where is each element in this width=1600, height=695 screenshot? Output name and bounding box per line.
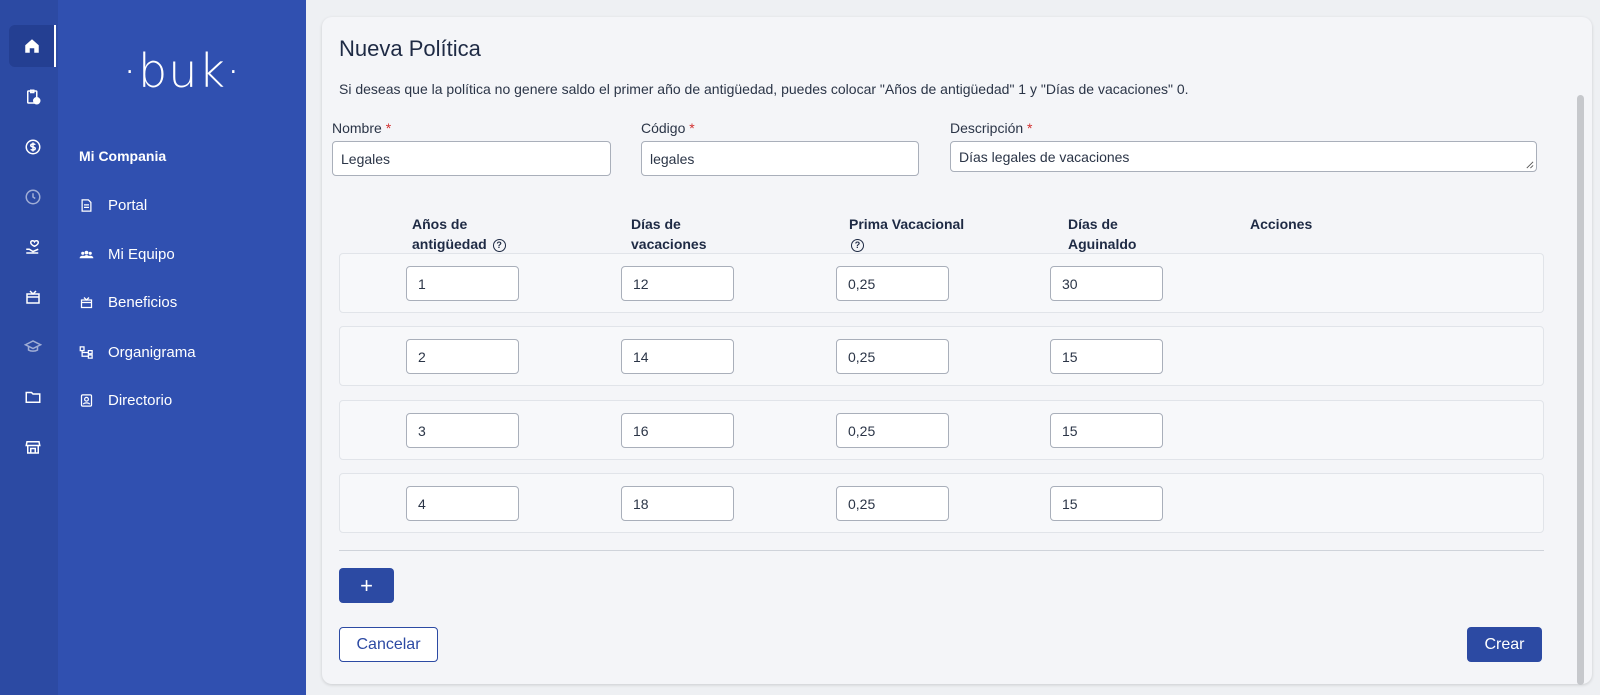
table-row: 2 14 0,25 15	[339, 326, 1544, 386]
gift-icon[interactable]	[9, 276, 56, 318]
nombre-input[interactable]: Legales	[332, 141, 611, 176]
table-row: 4 18 0,25 15	[339, 473, 1544, 533]
org-chart-icon	[79, 345, 93, 359]
prima-input[interactable]: 0,25	[836, 413, 949, 448]
prima-input[interactable]: 0,25	[836, 486, 949, 521]
sidebar-item-label: Directorio	[108, 391, 173, 409]
hand-heart-icon[interactable]	[9, 226, 56, 268]
aguinaldo-input[interactable]: 15	[1050, 413, 1163, 448]
divider	[339, 550, 1544, 551]
folder-icon[interactable]	[9, 376, 56, 418]
sidebar-item-directorio[interactable]: Directorio	[79, 388, 172, 412]
descripcion-label: Descripción *	[950, 120, 1033, 136]
vacaciones-input[interactable]: 16	[621, 413, 734, 448]
antiguedad-input[interactable]: 3	[406, 413, 519, 448]
antiguedad-input[interactable]: 1	[406, 266, 519, 301]
header-aguinaldo: Días de Aguinaldo	[1068, 216, 1137, 252]
sidebar-item-portal[interactable]: Portal	[79, 193, 147, 217]
aguinaldo-input[interactable]: 15	[1050, 486, 1163, 521]
resize-handle-icon[interactable]	[1525, 160, 1534, 169]
dollar-circle-icon[interactable]	[9, 126, 56, 168]
header-prima: Prima Vacacional ?	[849, 216, 965, 252]
cancel-button[interactable]: Cancelar	[339, 627, 438, 662]
descripcion-textarea[interactable]: Días legales de vacaciones	[950, 141, 1537, 172]
contact-card-icon	[80, 393, 93, 407]
scrollbar[interactable]	[1577, 95, 1584, 685]
header-antiguedad: Años de antigüedad?	[412, 214, 506, 254]
policy-form-card: Nueva Política Si deseas que la política…	[322, 17, 1592, 685]
create-button[interactable]: Crear	[1467, 627, 1542, 662]
home-icon[interactable]	[9, 25, 56, 67]
sidebar-item-label: Mi Equipo	[108, 245, 175, 263]
vacaciones-input[interactable]: 14	[621, 339, 734, 374]
icon-rail	[0, 0, 58, 695]
sidebar: ·buk· Mi Compania Portal Mi Equipo Benef…	[58, 0, 306, 695]
prima-input[interactable]: 0,25	[836, 339, 949, 374]
nombre-label: Nombre *	[332, 120, 392, 136]
antiguedad-input[interactable]: 2	[406, 339, 519, 374]
table-row: 3 16 0,25 15	[339, 400, 1544, 460]
gift-icon	[80, 296, 93, 308]
prima-input[interactable]: 0,25	[836, 266, 949, 301]
codigo-label: Código *	[641, 120, 695, 136]
vacaciones-input[interactable]: 12	[621, 266, 734, 301]
header-acciones: Acciones	[1250, 216, 1313, 232]
sidebar-item-label: Beneficios	[108, 293, 178, 311]
team-icon	[79, 250, 94, 258]
table-row: 1 12 0,25 30	[339, 253, 1544, 313]
clock-icon[interactable]	[9, 176, 56, 218]
help-icon[interactable]: ?	[851, 238, 864, 252]
page-title: Nueva Política	[339, 36, 481, 61]
sidebar-item-beneficios[interactable]: Beneficios	[79, 290, 177, 314]
add-row-button[interactable]: +	[339, 568, 394, 603]
sidebar-item-label: Organigrama	[108, 343, 196, 361]
aguinaldo-input[interactable]: 30	[1050, 266, 1163, 301]
graduation-cap-icon[interactable]	[9, 326, 56, 368]
sidebar-item-label: Portal	[108, 196, 148, 214]
vacaciones-input[interactable]: 18	[621, 486, 734, 521]
store-icon[interactable]	[9, 426, 56, 468]
aguinaldo-input[interactable]: 15	[1050, 339, 1163, 374]
document-icon	[81, 198, 92, 212]
form-hint: Si deseas que la política no genere sald…	[339, 81, 1189, 97]
buk-logo[interactable]: ·buk·	[58, 44, 306, 98]
header-vacaciones: Días de vacaciones	[631, 216, 707, 252]
sidebar-item-organigrama[interactable]: Organigrama	[79, 340, 196, 364]
sidebar-item-mi-equipo[interactable]: Mi Equipo	[79, 242, 175, 266]
antiguedad-input[interactable]: 4	[406, 486, 519, 521]
codigo-input[interactable]: legales	[641, 141, 919, 176]
company-name[interactable]: Mi Compania	[79, 148, 166, 164]
clipboard-clock-icon[interactable]	[9, 76, 56, 118]
help-icon[interactable]: ?	[492, 238, 506, 252]
